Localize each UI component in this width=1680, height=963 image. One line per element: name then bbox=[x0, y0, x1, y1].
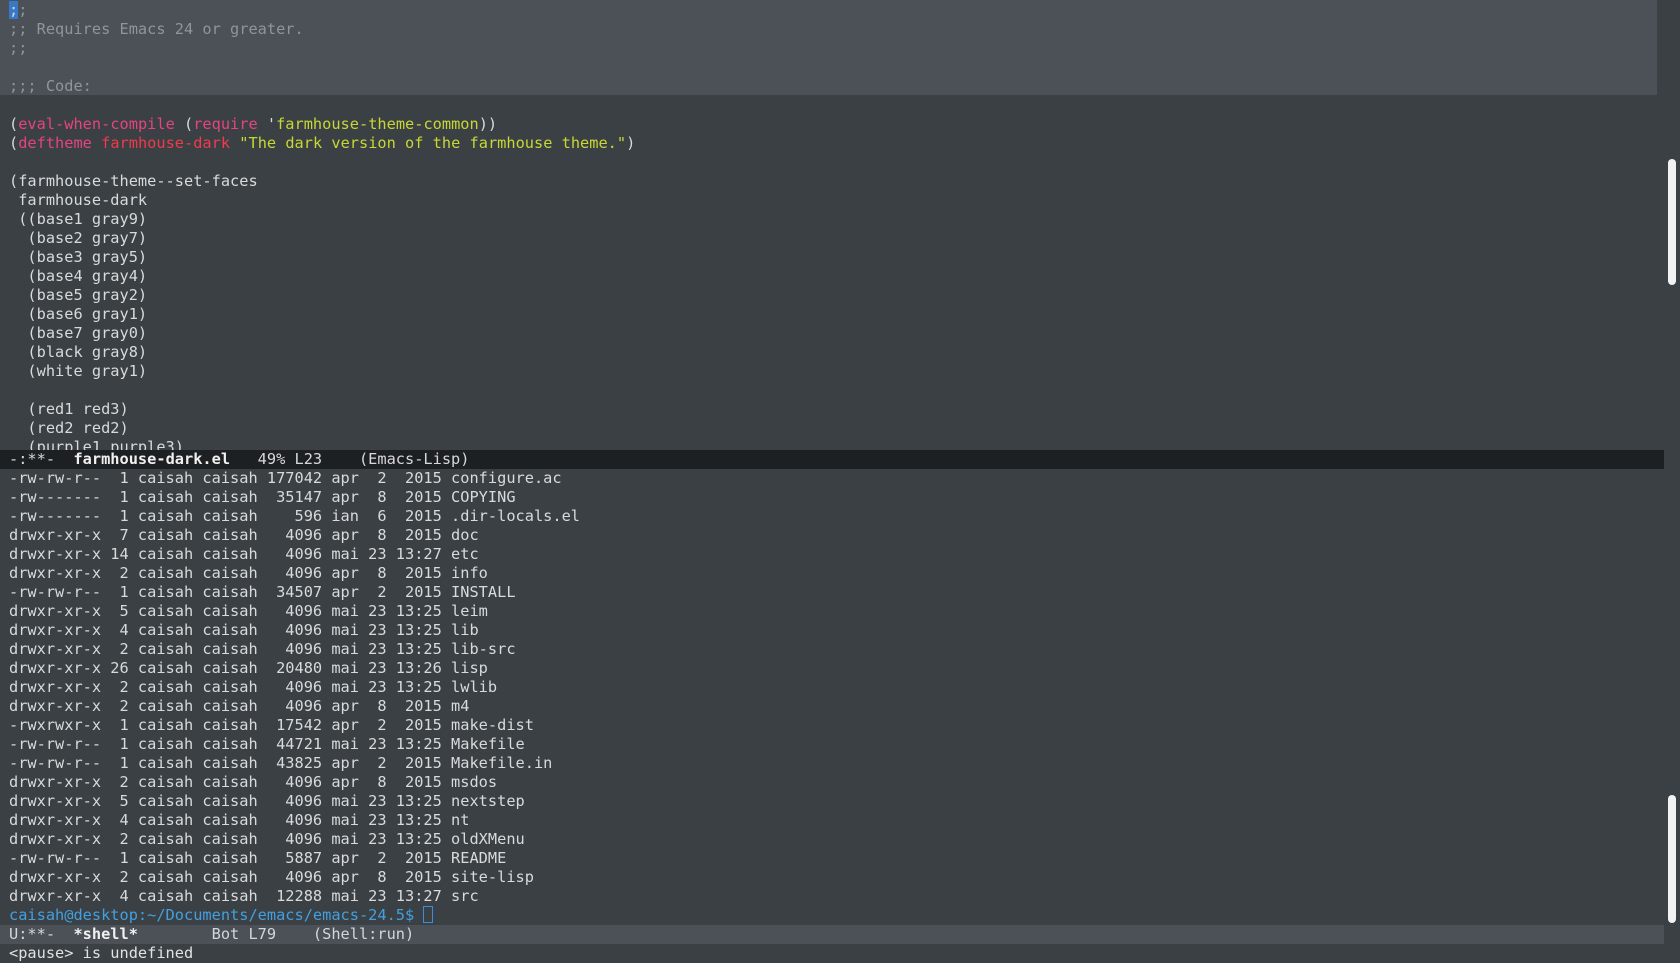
code-text[interactable]: ;; ;; Requires Emacs 24 or greater. ;; ;… bbox=[0, 1, 635, 450]
shell-output-line: drwxr-xr-x 2 caisah caisah 4096 mai 23 1… bbox=[9, 640, 516, 658]
shell-output-line: -rwxrwxr-x 1 caisah caisah 17542 apr 2 2… bbox=[9, 716, 534, 734]
code-line: (base6 gray1) bbox=[9, 305, 148, 323]
shell-output-line: drwxr-xr-x 4 caisah caisah 4096 mai 23 1… bbox=[9, 621, 479, 639]
modified-status: -:**- bbox=[9, 450, 74, 468]
shell-output-line: -rw-rw-r-- 1 caisah caisah 34507 apr 2 2… bbox=[9, 583, 516, 601]
shell-output-line: -rw-rw-r-- 1 caisah caisah 43825 apr 2 2… bbox=[9, 754, 553, 772]
code-line: (base2 gray7) bbox=[9, 229, 148, 247]
shell-output-line: drwxr-xr-x 7 caisah caisah 4096 apr 8 20… bbox=[9, 526, 479, 544]
shell-output-line: drwxr-xr-x 2 caisah caisah 4096 mai 23 1… bbox=[9, 678, 498, 696]
code-line: (base3 gray5) bbox=[9, 248, 148, 266]
shell-prompt-line[interactable]: caisah@desktop:~/Documents/emacs/emacs-2… bbox=[0, 906, 580, 925]
shell-output-line: drwxr-xr-x 2 caisah caisah 4096 apr 8 20… bbox=[9, 773, 498, 791]
echo-area: <pause> is undefined bbox=[9, 944, 194, 962]
code-line: (farmhouse-theme--set-faces bbox=[9, 172, 258, 190]
shell-output-line: drwxr-xr-x 2 caisah caisah 4096 apr 8 20… bbox=[9, 697, 470, 715]
code-line: ;; bbox=[9, 39, 28, 57]
code-line: (red1 red3) bbox=[9, 400, 129, 418]
shell-output[interactable]: -rw-rw-r-- 1 caisah caisah 177042 apr 2 … bbox=[0, 469, 580, 925]
code-line: (base7 gray0) bbox=[9, 324, 148, 342]
theme-name: farmhouse-dark bbox=[101, 134, 231, 152]
shell-output-line: -rw------- 1 caisah caisah 35147 apr 8 2… bbox=[9, 488, 516, 506]
code-line: (base4 gray4) bbox=[9, 267, 148, 285]
shell-output-line: -rw------- 1 caisah caisah 596 ian 6 201… bbox=[9, 507, 580, 525]
buffer-name[interactable]: farmhouse-dark.el bbox=[73, 450, 230, 468]
shell-output-line: drwxr-xr-x 14 caisah caisah 4096 mai 23 … bbox=[9, 545, 479, 563]
code-line: (base5 gray2) bbox=[9, 286, 148, 304]
code-line: (red2 red2) bbox=[9, 419, 129, 437]
shell-output-line: drwxr-xr-x 2 caisah caisah 4096 apr 8 20… bbox=[9, 868, 534, 886]
buffer-position-mode[interactable]: Bot L79 (Shell:run) bbox=[138, 925, 415, 943]
keyword: deftheme bbox=[18, 134, 92, 152]
shell-output-line: drwxr-xr-x 26 caisah caisah 20480 mai 23… bbox=[9, 659, 488, 677]
buffer-name[interactable]: *shell* bbox=[73, 925, 137, 943]
mode-line-code[interactable]: -:**- farmhouse-dark.el 49% L23 (Emacs-L… bbox=[0, 450, 1664, 469]
shell-output-line: drwxr-xr-x 5 caisah caisah 4096 mai 23 1… bbox=[9, 602, 488, 620]
shell-output-line: drwxr-xr-x 5 caisah caisah 4096 mai 23 1… bbox=[9, 792, 525, 810]
shell-output-line: -rw-rw-r-- 1 caisah caisah 177042 apr 2 … bbox=[9, 469, 562, 487]
code-scrollbar[interactable] bbox=[1664, 0, 1680, 450]
shell-output-line: drwxr-xr-x 2 caisah caisah 4096 apr 8 20… bbox=[9, 564, 488, 582]
mode-line-shell[interactable]: U:**- *shell* Bot L79 (Shell:run) bbox=[0, 925, 1664, 944]
shell-scrollbar[interactable] bbox=[1664, 469, 1680, 925]
modified-status: U:**- bbox=[9, 925, 74, 943]
code-line: ;; Requires Emacs 24 or greater. bbox=[9, 20, 304, 38]
keyword: require bbox=[193, 115, 258, 133]
code-line: (purple1 purple3) bbox=[9, 438, 184, 450]
code-line: (black gray8) bbox=[9, 343, 148, 361]
buffer-position-mode[interactable]: 49% L23 (Emacs-Lisp) bbox=[230, 450, 470, 468]
keyword: eval-when-compile bbox=[18, 115, 175, 133]
shell-scrollbar-thumb[interactable] bbox=[1668, 795, 1676, 923]
code-line: (eval-when-compile (require 'farmhouse-t… bbox=[9, 115, 498, 133]
shell-cursor bbox=[423, 906, 434, 923]
code-line: farmhouse-dark bbox=[9, 191, 148, 209]
code-scrollbar-thumb[interactable] bbox=[1668, 159, 1676, 285]
code-line: ;;; Code: bbox=[9, 77, 92, 95]
code-line: (white gray1) bbox=[9, 362, 148, 380]
shell-output-line: drwxr-xr-x 4 caisah caisah 4096 mai 23 1… bbox=[9, 811, 470, 829]
code-editor-window[interactable]: ;; ;; Requires Emacs 24 or greater. ;; ;… bbox=[0, 0, 1664, 450]
shell-window[interactable]: -rw-rw-r-- 1 caisah caisah 177042 apr 2 … bbox=[0, 469, 1664, 925]
shell-output-line: drwxr-xr-x 4 caisah caisah 12288 mai 23 … bbox=[9, 887, 479, 905]
quoted-symbol: farmhouse-theme-common bbox=[276, 115, 479, 133]
code-line: ;; bbox=[9, 1, 28, 19]
shell-output-line: -rw-rw-r-- 1 caisah caisah 5887 apr 2 20… bbox=[9, 849, 507, 867]
text-cursor: ; bbox=[9, 1, 19, 19]
docstring: "The dark version of the farmhouse theme… bbox=[239, 134, 627, 152]
shell-output-line: drwxr-xr-x 2 caisah caisah 4096 mai 23 1… bbox=[9, 830, 525, 848]
code-line: ((base1 gray9) bbox=[9, 210, 148, 228]
shell-prompt: caisah@desktop:~/Documents/emacs/emacs-2… bbox=[9, 906, 424, 924]
code-line: (deftheme farmhouse-dark "The dark versi… bbox=[9, 134, 636, 152]
shell-output-line: -rw-rw-r-- 1 caisah caisah 44721 mai 23 … bbox=[9, 735, 525, 753]
